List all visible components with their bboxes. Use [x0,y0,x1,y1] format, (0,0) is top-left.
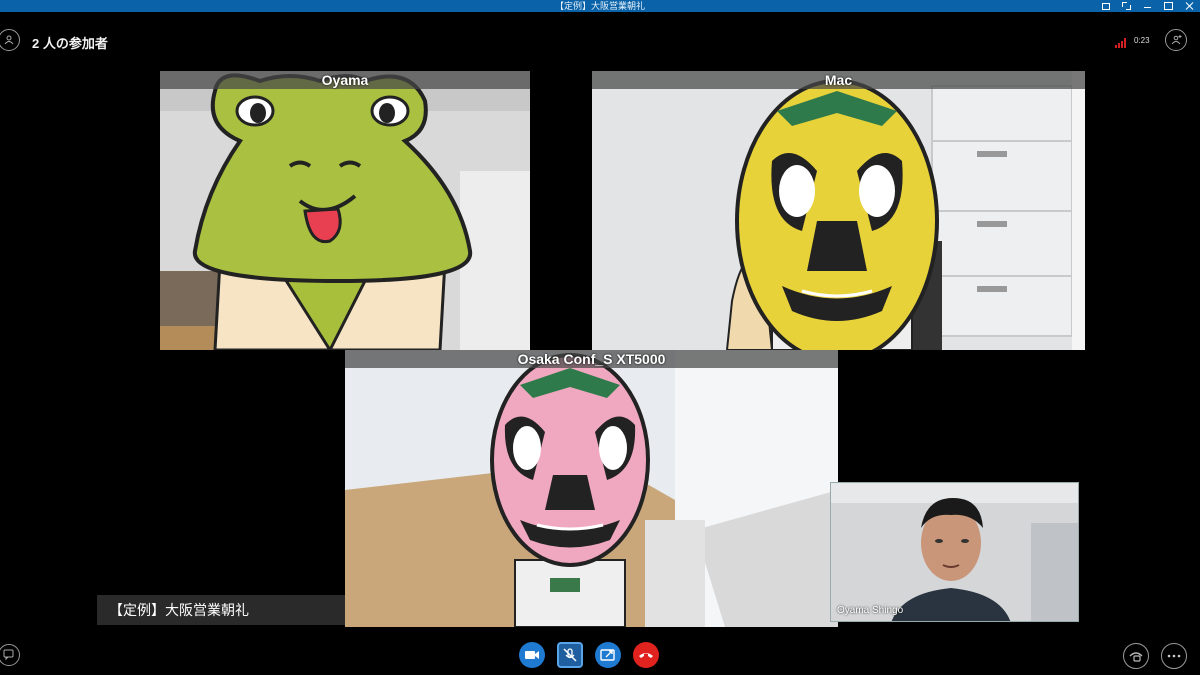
participant-video [592,71,1085,350]
fullscreen-icon[interactable] [1122,2,1131,10]
more-options-icon [1167,654,1181,658]
hang-up-button[interactable] [633,642,659,668]
window-controls [1102,0,1194,12]
participant-video [160,71,530,350]
video-camera-icon [525,651,539,659]
video-tile-osaka-conf[interactable]: Osaka Conf_S XT5000 [345,350,838,627]
gallery-view-button[interactable] [1165,29,1187,51]
compact-view-icon[interactable] [1102,2,1110,10]
hang-up-icon [639,653,653,658]
gallery-view-icon [1171,35,1182,45]
call-quality-icon[interactable] [1115,38,1126,48]
minimize-icon[interactable] [1143,2,1152,10]
meeting-topbar: 2 人の参加者 0:23 [0,24,1200,60]
meeting-title: 【定例】大阪営業朝礼 [97,595,345,625]
maximize-icon[interactable] [1164,2,1173,10]
window-titlebar: 【定例】大阪営業朝礼 [0,0,1200,12]
more-options-button[interactable] [1161,643,1187,669]
participants-count[interactable]: 2 人の参加者 [32,33,108,52]
chat-button[interactable] [0,644,20,666]
share-screen-icon [600,649,615,661]
self-view[interactable]: Oyama Shingo [830,482,1079,622]
chat-icon [3,649,14,661]
video-button[interactable] [519,642,545,668]
tile-label-mac: Mac [592,71,1085,89]
mute-button[interactable] [557,642,583,668]
people-icon [4,35,14,45]
window-title: 【定例】大阪営業朝礼 [554,1,645,11]
self-video [831,483,1078,621]
tile-label-osaka-conf: Osaka Conf_S XT5000 [345,350,838,368]
video-tile-mac[interactable]: Mac [592,71,1085,350]
participants-button[interactable] [0,29,20,51]
tile-label-oyama: Oyama [160,71,530,89]
self-view-label: Oyama Shingo [837,605,904,616]
call-controls-bar [0,635,1200,675]
participant-video [345,350,838,627]
call-devices-button[interactable] [1123,643,1149,669]
call-devices-icon [1129,652,1143,662]
video-tile-oyama[interactable]: Oyama [160,71,530,350]
microphone-muted-icon [563,648,577,662]
call-timer: 0:23 [1134,36,1150,45]
close-icon[interactable] [1185,2,1194,10]
share-button[interactable] [595,642,621,668]
